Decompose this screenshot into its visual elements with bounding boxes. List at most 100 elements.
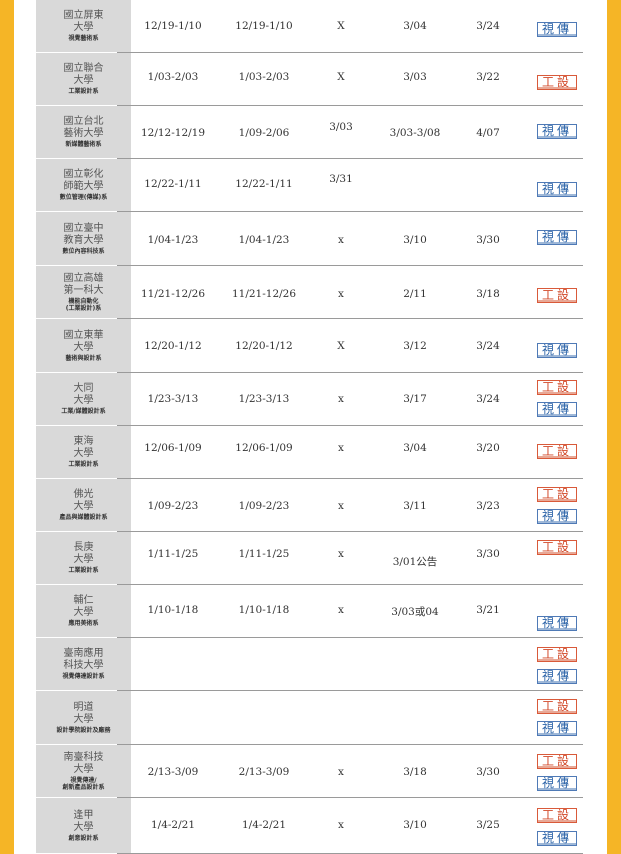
exam-date-1: x [338, 442, 344, 454]
department-name: 視覺藝術系 [68, 35, 99, 42]
payment-date: 1/09-2/23 [238, 500, 290, 512]
school-cell: 國立聯合 大學工業設計系 [36, 53, 131, 105]
result-date: 3/21 [476, 604, 500, 616]
visual-design-tag[interactable]: 視傳 [537, 509, 577, 524]
school-name: 國立台北 藝術大學 [63, 116, 104, 139]
result-date: 3/24 [476, 393, 500, 405]
school-cell: 國立臺中 教育大學 數位內容科技系 [36, 212, 131, 265]
payment-date: 1/23-3/13 [238, 393, 290, 405]
visual-design-tag[interactable]: 視傳 [537, 616, 577, 631]
exam-date-1: x [338, 604, 344, 616]
exam-date-1: x [338, 288, 344, 300]
exam-date-2: 3/18 [403, 766, 427, 778]
industrial-design-tag[interactable]: 工設 [537, 487, 577, 502]
result-date: 3/24 [476, 340, 500, 352]
registration-date: 12/20-1/12 [144, 340, 202, 352]
result-date: 3/30 [476, 766, 500, 778]
school-name: 國立高雄 第一科大 [63, 272, 104, 296]
industrial-design-tag[interactable]: 工設 [537, 540, 577, 555]
exam-date-2: 3/10 [403, 819, 427, 831]
industrial-design-tag[interactable]: 工設 [537, 647, 577, 662]
table-row: 輔仁 大學 應用美術系 1/10-1/18 1/10-1/18 x 3/03或04 3/21… [14, 585, 607, 638]
exam-date-2: 3/04 [403, 20, 427, 32]
table-row: 國立屏東 大學 視覺藝術系 12/19-1/10 12/19-1/10 X 3/04 3/2… [14, 0, 607, 53]
school-name: 南臺科技 大學 [63, 751, 104, 775]
payment-date: 12/06-1/09 [235, 442, 293, 454]
exam-date-2: 3/01公告 [392, 556, 438, 568]
exam-date-1: 3/31 [329, 173, 353, 185]
visual-design-tag[interactable]: 視傳 [537, 402, 577, 417]
visual-design-tag[interactable]: 視傳 [537, 776, 577, 791]
department-name: 設計學院設計及廠務 [56, 726, 111, 734]
school-cell: 佛光 大學 產品與媒體設計系 [36, 479, 131, 531]
registration-date: 1/11-1/25 [147, 548, 199, 560]
payment-date: 12/19-1/10 [235, 20, 293, 32]
school-cell: 國立東華 大學 藝術與設計系 [36, 319, 131, 372]
result-date: 3/22 [476, 71, 500, 83]
registration-date: 1/23-3/13 [147, 393, 199, 405]
result-date: 3/24 [476, 20, 500, 32]
payment-date: 1/4-2/21 [241, 819, 287, 831]
registration-date: 2/13-3/09 [147, 766, 199, 778]
department-name: 視覺傳達設計系 [62, 673, 105, 680]
exam-date-1: 3/03 [329, 121, 353, 133]
registration-date: 12/19-1/10 [144, 20, 202, 32]
table-row: 大同 大學 工業/媒體設計系 1/23-3/13 1/23-3/13 x 3/17 3/24… [14, 373, 607, 426]
school-cell: 逢甲 大學 創意設計系 [36, 798, 131, 853]
exam-date-2: 3/11 [403, 500, 427, 512]
school-name: 東海 大學 [73, 436, 94, 459]
exam-date-2: 3/17 [403, 393, 427, 405]
payment-date: 1/10-1/18 [238, 604, 290, 616]
payment-date: 1/03-2/03 [238, 71, 290, 83]
registration-date: 12/12-12/19 [140, 127, 206, 139]
table-row: 臺南應用 科技大學 視覺傳達設計系 工設 視傳 [14, 638, 607, 691]
payment-date: 12/20-1/12 [235, 340, 293, 352]
industrial-design-tag[interactable]: 工設 [537, 754, 577, 769]
exam-date-1: X [337, 340, 345, 352]
result-date: 3/25 [476, 819, 500, 831]
school-name: 國立東華 大學 [63, 329, 104, 353]
industrial-design-tag[interactable]: 工設 [537, 699, 577, 714]
industrial-design-tag[interactable]: 工設 [537, 808, 577, 823]
school-name: 國立屏東 大學 [63, 10, 104, 33]
school-name: 國立聯合 大學 [63, 63, 104, 86]
visual-design-tag[interactable]: 視傳 [537, 343, 577, 358]
school-cell: 國立高雄 第一科大 機能自動化 (工業設計)系 [36, 266, 131, 318]
visual-design-tag[interactable]: 視傳 [537, 230, 577, 245]
exam-date-2: 2/11 [403, 288, 427, 300]
exam-date-1: x [338, 766, 344, 778]
visual-design-tag[interactable]: 視傳 [537, 831, 577, 846]
registration-date: 12/06-1/09 [144, 442, 202, 454]
result-date: 3/18 [476, 288, 500, 300]
department-name: 工業設計系 [68, 88, 99, 95]
registration-date: 1/4-2/21 [150, 819, 196, 831]
visual-design-tag[interactable]: 視傳 [537, 182, 577, 197]
school-name: 佛光 大學 [73, 489, 94, 512]
visual-design-tag[interactable]: 視傳 [537, 124, 577, 139]
table-row: 國立台北 藝術大學 新媒體藝術系 12/12-12/19 1/09-2/06 3/03 3… [14, 106, 607, 159]
school-name: 明道 大學 [73, 701, 94, 725]
industrial-design-tag[interactable]: 工設 [537, 288, 577, 303]
department-name: 數位管理(傳媒)系 [59, 194, 108, 201]
exam-date-2: 3/12 [403, 340, 427, 352]
industrial-design-tag[interactable]: 工設 [537, 444, 577, 459]
registration-date: 1/03-2/03 [147, 71, 199, 83]
school-cell: 國立台北 藝術大學 新媒體藝術系 [36, 106, 131, 158]
exam-date-1: X [337, 71, 345, 83]
payment-date: 11/21-12/26 [231, 288, 297, 300]
industrial-design-tag[interactable]: 工設 [537, 380, 577, 395]
table-row: 國立臺中 教育大學 數位內容科技系 1/04-1/23 1/04-1/23 x 3/10 3… [14, 212, 607, 266]
department-name: 藝術與設計系 [65, 354, 102, 362]
exam-date-1: x [338, 234, 344, 246]
payment-date: 1/09-2/06 [238, 127, 290, 139]
department-name: 工業/媒體設計系 [61, 408, 106, 415]
school-cell: 國立彰化 師範大學 數位管理(傳媒)系 [36, 159, 131, 211]
school-cell: 國立屏東 大學視覺藝術系 [36, 0, 131, 52]
visual-design-tag[interactable]: 視傳 [537, 721, 577, 736]
result-date: 3/30 [476, 234, 500, 246]
visual-design-tag[interactable]: 視傳 [537, 669, 577, 684]
industrial-design-tag[interactable]: 工設 [537, 75, 577, 90]
payment-date: 2/13-3/09 [238, 766, 290, 778]
visual-design-tag[interactable]: 視傳 [537, 22, 577, 37]
table-row: 逢甲 大學 創意設計系 1/4-2/21 1/4-2/21 x 3/10 3/25 工設 視傳 [14, 798, 607, 854]
